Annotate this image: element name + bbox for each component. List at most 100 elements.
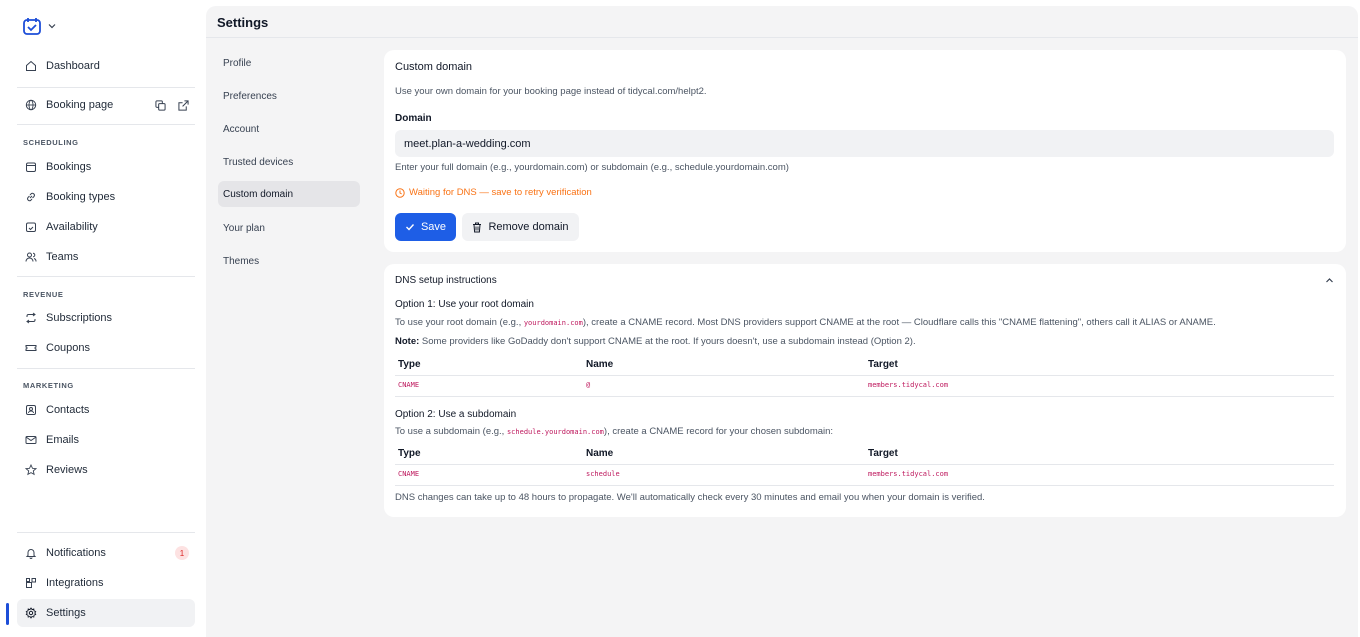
sidebar-item-contacts[interactable]: Contacts: [17, 396, 195, 424]
globe-icon: [25, 99, 37, 111]
tab-account[interactable]: Account: [218, 116, 360, 142]
sidebar-item-label: Reviews: [46, 464, 88, 476]
calendar-check-icon: [25, 221, 37, 233]
sidebar-item-notifications[interactable]: Notifications 1: [17, 539, 195, 567]
tab-your-plan[interactable]: Your plan: [218, 215, 360, 241]
col-name: Name: [586, 448, 614, 459]
tab-trusted-devices[interactable]: Trusted devices: [218, 149, 360, 175]
col-type: Type: [398, 359, 421, 370]
ticket-icon: [25, 342, 37, 354]
sidebar-item-settings[interactable]: Settings: [17, 599, 195, 627]
sidebar-item-label: Integrations: [46, 577, 104, 589]
trash-icon: [473, 222, 482, 232]
dns-status: Waiting for DNS — save to retry verifica…: [395, 187, 592, 198]
copy-icon[interactable]: [155, 99, 166, 111]
dns-instructions-card: DNS setup instructions Option 1: Use you…: [384, 264, 1346, 517]
dns-status-text: Waiting for DNS — save to retry verifica…: [409, 187, 592, 198]
note-body: Some providers like GoDaddy don't suppor…: [419, 336, 916, 347]
external-link-icon[interactable]: [178, 99, 189, 111]
sidebar-item-emails[interactable]: Emails: [17, 426, 195, 454]
sidebar-item-coupons[interactable]: Coupons: [17, 334, 195, 362]
option2-code: schedule.yourdomain.com: [506, 428, 604, 436]
mail-icon: [25, 434, 37, 446]
chevron-up-icon[interactable]: [1325, 276, 1334, 285]
option1-table: Type Name Target CNAME @ members.tidycal…: [395, 359, 1334, 399]
remove-domain-button[interactable]: Remove domain: [462, 213, 579, 241]
save-button[interactable]: Save: [395, 213, 456, 241]
star-icon: [25, 464, 37, 476]
sidebar-item-label: Settings: [46, 607, 86, 619]
sidebar-item-availability[interactable]: Availability: [17, 213, 195, 241]
home-icon: [25, 60, 37, 72]
sidebar-item-label: Booking types: [46, 191, 116, 203]
option2-text-b: ), create a CNAME record for your chosen…: [603, 426, 834, 437]
section-label-revenue: REVENUE: [23, 290, 64, 299]
calendar-logo-icon: [23, 18, 41, 35]
section-label-scheduling: SCHEDULING: [23, 138, 79, 147]
option2-text-a: To use a subdomain (e.g.,: [395, 426, 507, 437]
page-header: Settings: [206, 6, 1358, 38]
clock-icon: [395, 187, 405, 198]
sidebar-item-reviews[interactable]: Reviews: [17, 456, 195, 484]
dns-card-title: DNS setup instructions: [395, 275, 497, 286]
option1-code: yourdomain.com: [523, 319, 583, 327]
cell-name: schedule: [586, 470, 620, 478]
tab-profile[interactable]: Profile: [218, 50, 360, 76]
sidebar-item-label: Subscriptions: [46, 312, 113, 324]
users-icon: [25, 251, 37, 263]
sidebar-item-label: Emails: [46, 434, 80, 446]
option1-text-b: ), create a CNAME record. Most DNS provi…: [582, 317, 1216, 328]
sidebar-item-label: Contacts: [46, 404, 90, 416]
divider: [395, 375, 1334, 376]
option1-title: Option 1: Use your root domain: [395, 299, 534, 310]
cell-target: members.tidycal.com: [868, 381, 949, 389]
check-icon: [405, 224, 414, 231]
active-indicator: [6, 603, 9, 625]
save-label: Save: [420, 221, 447, 233]
sidebar-item-label: Booking page: [46, 99, 114, 111]
section-label-marketing: MARKETING: [23, 381, 74, 390]
app-logo-menu[interactable]: [22, 16, 56, 36]
tab-themes[interactable]: Themes: [218, 248, 360, 274]
domain-input[interactable]: [395, 130, 1334, 157]
divider: [395, 464, 1334, 465]
col-name: Name: [586, 359, 614, 370]
calendar-icon: [25, 161, 37, 173]
cell-type: CNAME: [398, 470, 420, 478]
sidebar-item-booking-page[interactable]: Booking page: [17, 91, 195, 119]
sidebar-item-label: Bookings: [46, 161, 92, 173]
sidebar-item-bookings[interactable]: Bookings: [17, 153, 195, 181]
sidebar: Dashboard Booking page SCHEDULING Bookin…: [0, 0, 206, 637]
page-title: Settings: [217, 15, 269, 30]
divider: [17, 532, 195, 533]
cell-name: @: [586, 381, 591, 389]
domain-label: Domain: [395, 113, 432, 124]
cell-target: members.tidycal.com: [868, 470, 949, 478]
col-target: Target: [868, 359, 898, 370]
divider: [17, 124, 195, 125]
tab-custom-domain[interactable]: Custom domain: [218, 181, 360, 207]
link-icon: [25, 191, 37, 203]
repeat-icon: [25, 312, 37, 324]
sidebar-item-subscriptions[interactable]: Subscriptions: [17, 304, 195, 332]
sidebar-item-integrations[interactable]: Integrations: [17, 569, 195, 597]
tab-preferences[interactable]: Preferences: [218, 83, 360, 109]
sidebar-item-booking-types[interactable]: Booking types: [17, 183, 195, 211]
sidebar-item-dashboard[interactable]: Dashboard: [17, 52, 195, 80]
col-target: Target: [868, 448, 898, 459]
note-label: Note:: [395, 336, 420, 347]
divider: [395, 396, 1334, 397]
main-panel: Settings Profile Preferences Account Tru…: [206, 6, 1358, 637]
card-description: Use your own domain for your booking pag…: [395, 86, 707, 97]
divider: [17, 87, 195, 88]
sidebar-item-label: Availability: [46, 221, 98, 233]
remove-domain-label: Remove domain: [488, 221, 569, 233]
contact-card-icon: [25, 404, 37, 416]
col-type: Type: [398, 448, 421, 459]
sidebar-item-label: Dashboard: [46, 60, 100, 72]
bell-icon: [25, 547, 37, 559]
divider: [395, 485, 1334, 486]
sidebar-item-teams[interactable]: Teams: [17, 243, 195, 271]
sidebar-item-label: Notifications: [46, 547, 106, 559]
sidebar-item-label: Coupons: [46, 342, 91, 354]
